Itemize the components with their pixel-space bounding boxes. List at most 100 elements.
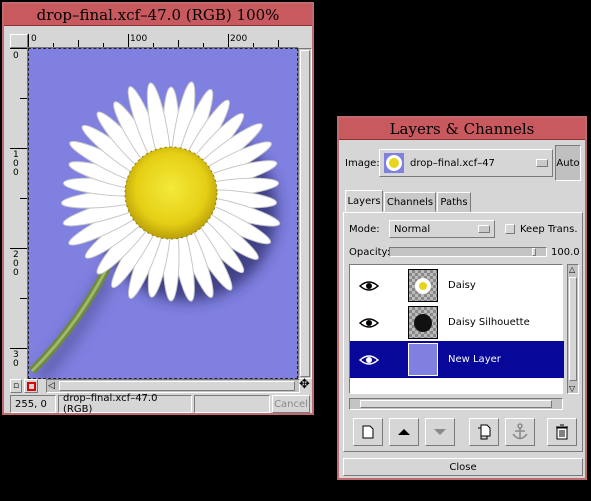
ruler-label: 3 0 (13, 350, 19, 369)
ruler-tick (103, 43, 104, 47)
layer-list-vscrollbar[interactable]: △ ▽ (567, 264, 579, 394)
ruler-tick (203, 43, 204, 47)
ruler-label: 1 0 0 (13, 150, 19, 178)
image-window-title: drop–final.xcf–47.0 (RGB) 100% (36, 5, 280, 24)
ruler-label: 200 (230, 34, 248, 44)
ruler-tick (178, 40, 179, 47)
ruler-corner-button[interactable] (10, 34, 28, 48)
image-thumbnail (384, 153, 404, 173)
delete-layer-icon (556, 424, 568, 440)
new-layer-icon (362, 425, 374, 439)
quickmask-on-icon[interactable] (24, 379, 38, 393)
layer-list-scroll-thumb[interactable] (569, 277, 577, 381)
ruler-tick (128, 34, 129, 47)
layer-list-hscroll-thumb[interactable] (360, 400, 552, 408)
quickmask-off-icon[interactable]: ▫ (10, 379, 22, 393)
new-layer-button[interactable] (353, 418, 383, 446)
daisy-image (29, 81, 281, 378)
opacity-value: 100.0 (551, 246, 580, 258)
ruler-tick (253, 43, 254, 47)
status-bar: 255, 0 drop–final.xcf–47.0 (RGB) Cancel (10, 393, 312, 415)
vertical-ruler[interactable]: 0 1 0 0 2 0 0 3 0 (10, 48, 28, 379)
eye-icon[interactable] (350, 354, 388, 366)
vertical-scroll-thumb[interactable] (300, 50, 310, 377)
ruler-tick (78, 40, 79, 47)
opacity-label: Opacity: (349, 246, 391, 258)
image-window-titlebar[interactable]: drop–final.xcf–47.0 (RGB) 100% (4, 4, 312, 26)
layer-row-new-layer[interactable]: New Layer (350, 341, 564, 378)
scroll-down-arrow-icon[interactable]: ▽ (569, 384, 575, 393)
layer-name: New Layer (448, 354, 501, 365)
ruler-label: 2 0 0 (13, 250, 19, 278)
tab-channels[interactable]: Channels (384, 192, 436, 212)
image-label: Image: (345, 157, 380, 169)
horizontal-scrollbar[interactable]: ◁ (46, 379, 300, 393)
ruler-tick (10, 248, 27, 249)
lower-layer-icon (434, 429, 446, 435)
ruler-tick (10, 48, 27, 49)
ruler-label: 100 (130, 34, 148, 44)
auto-button[interactable]: Auto (555, 145, 581, 181)
ruler-tick (153, 43, 154, 47)
ruler-label: 0 (13, 51, 19, 61)
mode-select[interactable]: Normal (389, 220, 495, 238)
tab-layers[interactable]: Layers (345, 190, 383, 212)
vertical-scrollbar[interactable] (298, 48, 312, 379)
keep-trans-label: Keep Trans. (520, 223, 578, 235)
status-empty (194, 395, 270, 413)
ruler-tick (10, 348, 27, 349)
layer-name: Daisy Silhouette (448, 317, 530, 328)
eye-icon[interactable] (350, 280, 388, 292)
status-info: drop–final.xcf–47.0 (RGB) (58, 393, 192, 415)
layer-list-hscrollbar[interactable] (349, 398, 563, 410)
mode-select-value: Normal (394, 223, 431, 235)
cancel-button[interactable]: Cancel (272, 395, 310, 413)
layer-name: Daisy (448, 280, 476, 291)
raise-layer-icon (398, 429, 410, 435)
image-canvas[interactable] (28, 48, 298, 379)
ruler-tick (20, 298, 27, 299)
ruler-tick (28, 34, 29, 47)
layer-thumbnail (408, 343, 438, 376)
opacity-slider-handle[interactable] (532, 248, 536, 256)
keep-trans-checkbox[interactable] (505, 224, 515, 234)
raise-layer-button[interactable] (389, 418, 419, 446)
horizontal-ruler[interactable]: 0 100 200 (28, 34, 298, 48)
duplicate-layer-button[interactable] (469, 418, 499, 446)
pointer-coords: 255, 0 (10, 395, 56, 413)
anchor-icon (512, 423, 528, 440)
dropdown-indicator-icon (478, 225, 490, 233)
image-select-value: drop–final.xcf–47 (410, 157, 495, 169)
image-select[interactable]: drop–final.xcf–47 (379, 149, 553, 177)
layer-row-daisy-silhouette[interactable]: Daisy Silhouette (350, 304, 564, 341)
ruler-tick (20, 198, 27, 199)
delete-layer-button[interactable] (547, 418, 577, 446)
lower-layer-button[interactable] (425, 418, 455, 446)
layers-window-title: Layers & Channels (389, 119, 535, 138)
layer-thumbnail (408, 269, 438, 302)
mode-label: Mode: (349, 223, 380, 235)
scroll-left-arrow-icon[interactable]: ◁ (48, 381, 55, 391)
ruler-tick (53, 43, 54, 47)
layers-window: Layers & Channels Image: drop–final.xcf–… (337, 116, 587, 480)
layers-window-titlebar[interactable]: Layers & Channels (339, 118, 585, 140)
eye-icon[interactable] (350, 317, 388, 329)
horizontal-scroll-thumb[interactable] (59, 381, 295, 391)
scroll-up-arrow-icon[interactable]: △ (569, 265, 575, 274)
layer-list[interactable]: Daisy Daisy Silhouette New Layer (349, 264, 564, 394)
image-window: drop–final.xcf–47.0 (RGB) 100% 0 100 200… (2, 2, 314, 415)
anchor-layer-button[interactable] (505, 418, 535, 446)
layer-thumbnail (408, 306, 438, 339)
dropdown-indicator-icon (536, 159, 548, 167)
close-button[interactable]: Close (343, 458, 583, 476)
opacity-slider[interactable] (389, 247, 547, 257)
ruler-tick (20, 98, 27, 99)
ruler-tick (278, 40, 279, 47)
ruler-tick (10, 148, 27, 149)
tab-paths[interactable]: Paths (437, 192, 471, 212)
ruler-tick (228, 34, 229, 47)
layer-row-daisy[interactable]: Daisy (350, 267, 564, 304)
ruler-label: 0 (31, 34, 37, 44)
duplicate-layer-icon (478, 424, 491, 440)
navigate-icon[interactable]: ✥ (299, 378, 310, 392)
